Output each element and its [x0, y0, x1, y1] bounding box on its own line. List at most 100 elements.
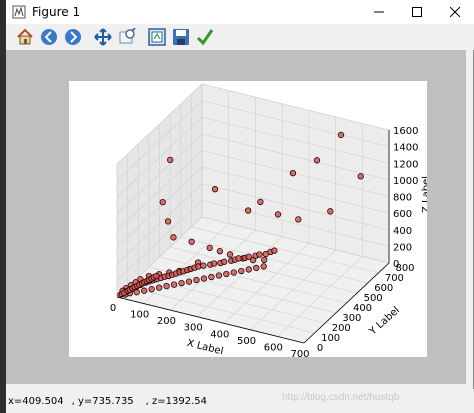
- x-tick-label: 200: [157, 316, 176, 327]
- scatter-point: [223, 270, 230, 278]
- scatter-point: [226, 251, 234, 258]
- scatter-point: [244, 207, 252, 214]
- save-button[interactable]: [170, 26, 192, 48]
- z-tick-label: 1200: [393, 159, 418, 170]
- zoom-icon: [119, 28, 136, 44]
- z-tick-label: 800: [393, 193, 412, 204]
- scatter-point: [274, 211, 282, 218]
- watermark-text: http://blog.csdn.net/hustqb: [282, 392, 400, 403]
- scatter-point: [245, 266, 252, 273]
- close-button[interactable]: [436, 0, 474, 24]
- window-controls: [360, 0, 474, 24]
- scatter-point: [170, 234, 177, 241]
- back-icon: [41, 29, 57, 45]
- scatter-point: [159, 198, 166, 206]
- scatter-point: [313, 157, 321, 164]
- scatter-point: [208, 273, 215, 281]
- z-axis-label: Z Label: [421, 176, 427, 213]
- scatter-point: [141, 287, 148, 294]
- z-tick-label: 400: [393, 226, 412, 237]
- scatter-point: [178, 279, 185, 287]
- scatter-point: [167, 156, 174, 164]
- figure-app-icon: [12, 5, 26, 19]
- y-tick-label: 200: [332, 323, 351, 334]
- forward-icon: [65, 29, 81, 45]
- home-button[interactable]: [14, 26, 36, 48]
- maximize-icon: [412, 7, 422, 17]
- x-tick-label: 400: [210, 329, 229, 340]
- scatter-point: [357, 173, 364, 180]
- x-tick-label: 700: [290, 349, 309, 357]
- z-tick-label: 1000: [393, 176, 418, 187]
- z-tick-label: 600: [393, 209, 412, 220]
- scatter-point: [256, 251, 263, 258]
- status-bar: x=409.504 , y=735.735 , z=1392.54: [6, 389, 474, 413]
- scatter-point: [295, 216, 302, 223]
- pan-button[interactable]: [92, 26, 114, 48]
- z-tick-label: 1600: [393, 126, 418, 137]
- scatter-point: [195, 263, 202, 270]
- scatter-point: [257, 198, 264, 205]
- y-tick-label: 600: [374, 283, 393, 294]
- title-bar[interactable]: Figure 1: [6, 0, 474, 24]
- z-tick-label: 0: [393, 259, 399, 270]
- close-icon: [450, 7, 460, 17]
- x-tick-label: 100: [130, 310, 149, 321]
- scatter-point: [200, 262, 207, 269]
- y-tick-label: 100: [321, 333, 340, 344]
- pan-icon: [94, 28, 112, 46]
- status-z: , z=1392.54: [145, 395, 208, 407]
- scatter-point: [210, 260, 218, 267]
- subplots-button[interactable]: [146, 26, 168, 48]
- y-tick-label: 400: [353, 303, 372, 314]
- x-axis-label: X Label: [186, 338, 225, 357]
- back-button[interactable]: [38, 26, 60, 48]
- scatter-point: [260, 263, 267, 270]
- zoom-button[interactable]: [116, 26, 138, 48]
- x-tick-label: 300: [184, 323, 203, 334]
- x-tick-label: 600: [264, 342, 283, 353]
- scatter-point: [337, 131, 345, 139]
- scatter-point: [253, 264, 260, 272]
- scatter-point: [261, 256, 268, 264]
- forward-button[interactable]: [62, 26, 84, 48]
- scatter-point: [206, 244, 213, 252]
- scatter-point: [271, 247, 278, 254]
- scatter-point: [193, 276, 200, 284]
- z-tick-label: 200: [393, 242, 412, 253]
- scatter-point: [170, 281, 178, 288]
- y-tick-label: 500: [364, 293, 383, 304]
- scatter-point: [216, 248, 224, 255]
- scatter-point: [148, 286, 155, 293]
- figure-canvas[interactable]: 0 100 200 300 400 500 600 700 0 100 200 300 400 500 60…: [69, 81, 432, 360]
- status-y: , y=735.735: [71, 395, 134, 407]
- subplots-icon: [148, 28, 166, 46]
- scatter-point: [188, 238, 195, 245]
- scatter-point: [235, 255, 242, 262]
- scatter-3d-chart[interactable]: 0100200300400500600700010020030040050060…: [69, 81, 432, 360]
- edit-icon: [196, 29, 214, 46]
- status-x: x=409.504: [8, 395, 64, 407]
- scatter-point: [185, 278, 193, 285]
- minimize-icon: [374, 11, 384, 13]
- scatter-point: [230, 269, 237, 276]
- y-tick-label: 700: [385, 273, 404, 284]
- y-tick-label: 300: [342, 313, 361, 324]
- scatter-point: [155, 284, 163, 291]
- scatter-point: [164, 218, 172, 225]
- figure-canvas-area[interactable]: 0 100 200 300 400 500 600 700 0 100 200 300 400 500 60…: [6, 50, 466, 384]
- maximize-button[interactable]: [398, 0, 436, 24]
- minimize-button[interactable]: [360, 0, 398, 24]
- scatter-point: [211, 186, 219, 193]
- scatter-point: [215, 272, 223, 279]
- home-icon: [17, 28, 33, 45]
- scatter-point: [289, 170, 297, 177]
- navigation-toolbar: [6, 24, 474, 50]
- y-tick-label: 0: [317, 343, 323, 354]
- scatter-point: [163, 282, 170, 290]
- figure-window: Figure 1 0 100 200 300 400 500 600 700 0…: [0, 0, 474, 413]
- edit-button[interactable]: [194, 26, 216, 48]
- save-icon: [173, 29, 189, 45]
- z-tick-label: 1400: [393, 143, 418, 154]
- scatter-point: [245, 253, 252, 260]
